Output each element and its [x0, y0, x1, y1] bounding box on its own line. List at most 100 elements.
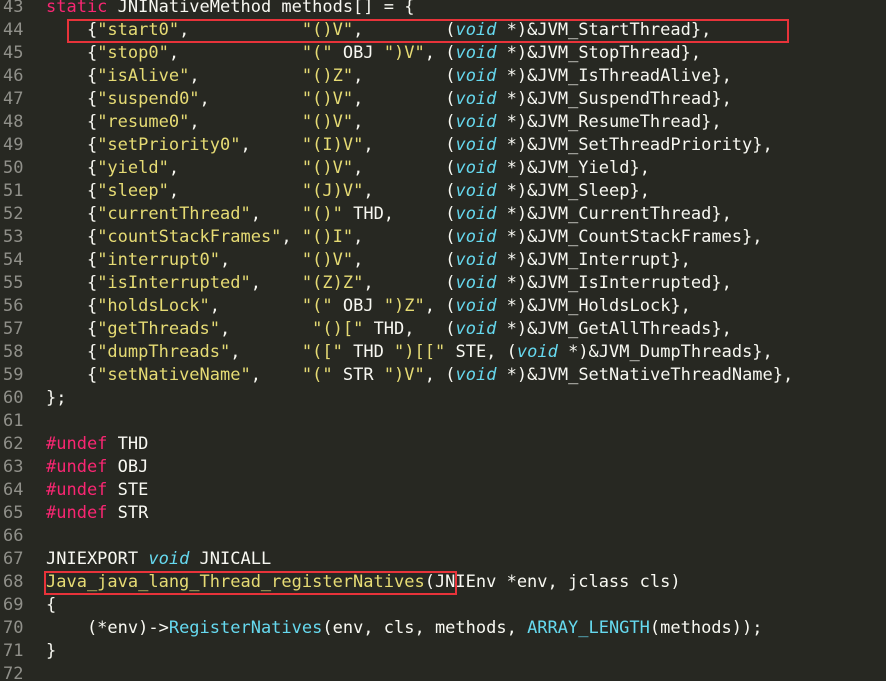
code-token: { [46, 365, 98, 385]
line-number: 58 [3, 342, 24, 362]
code-token: #undef [46, 480, 108, 500]
code-token: , [199, 89, 302, 109]
code-token: { [46, 227, 98, 247]
code-token: "(Z)Z" [301, 273, 364, 293]
line-code: #undef STR [46, 502, 148, 525]
code-token: void [455, 66, 497, 86]
line-code: } [46, 640, 56, 663]
code-token: #undef [46, 434, 108, 454]
code-token: *)&JVM_HoldsLock}, [496, 296, 691, 316]
code-token: "yield" [97, 158, 169, 178]
code-token: JNIEXPORT [46, 549, 149, 569]
line-number: 69 [3, 595, 24, 615]
code-token: *)&JVM_CurrentThread}, [496, 204, 732, 224]
code-token: { [46, 342, 98, 362]
code-token: void [455, 112, 497, 132]
line-code: {"currentThread", "()" THD, (void *)&JVM… [46, 203, 732, 226]
code-token: void [455, 250, 497, 270]
code-editor[interactable]: 43 static JNINativeMethod methods[] = {44… [0, 0, 886, 681]
code-token: { [46, 89, 98, 109]
code-token: , [281, 227, 302, 247]
code-token: , ( [424, 296, 456, 316]
code-token: JNINativeMethod methods[] = { [107, 0, 415, 17]
code-token: "()[" [312, 319, 364, 339]
line-code: {"isInterrupted", "(Z)Z", (void *)&JVM_I… [46, 272, 732, 295]
code-token: , ( [353, 112, 456, 132]
code-token: , [168, 158, 302, 178]
code-token: "interrupt0" [97, 250, 221, 270]
code-token: "(I)V" [301, 135, 364, 155]
code-token: *)&JVM_SetThreadPriority}, [496, 135, 773, 155]
code-token: "start0" [97, 20, 180, 40]
line-code: Java_java_lang_Thread_registerNatives(JN… [46, 571, 681, 594]
line-number: 68 [3, 572, 24, 592]
code-token: *)&JVM_Yield}, [496, 158, 650, 178]
line-number: 57 [3, 319, 24, 339]
code-token: "isAlive" [97, 66, 190, 86]
line-number: 45 [3, 43, 24, 63]
line-number: 55 [3, 273, 24, 293]
line-number: 66 [3, 526, 24, 546]
code-token: "isInterrupted" [97, 273, 251, 293]
code-token: , ( [353, 158, 456, 178]
code-token: "sleep" [97, 181, 169, 201]
code-token: { [46, 250, 98, 270]
line-number: 47 [3, 89, 24, 109]
line-code: JNIEXPORT void JNICALL [46, 548, 271, 571]
code-token: , [189, 112, 302, 132]
code-token: (JNIEnv *env, jclass cls) [424, 572, 681, 592]
code-token: "()" [301, 204, 343, 224]
code-token: "resume0" [97, 112, 190, 132]
code-token: , ( [363, 181, 456, 201]
code-token: { [46, 319, 98, 339]
line-number: 52 [3, 204, 24, 224]
code-token: (methods)); [649, 618, 763, 638]
code-token: { [46, 296, 98, 316]
code-token: void [455, 204, 497, 224]
code-token: "([" [301, 342, 343, 362]
code-token: OBJ [107, 457, 149, 477]
line-number: 62 [3, 434, 24, 454]
code-token: void [455, 319, 497, 339]
code-token: { [46, 20, 98, 40]
code-token: void [455, 89, 497, 109]
code-token: , [189, 66, 302, 86]
code-token: *)&JVM_Interrupt}, [496, 250, 691, 270]
code-token: , ( [424, 365, 456, 385]
code-token: RegisterNatives [168, 618, 323, 638]
code-token: "()V" [301, 250, 354, 270]
code-token: , [179, 20, 302, 40]
code-token: , [220, 319, 313, 339]
line-number: 64 [3, 480, 24, 500]
code-token: *)&JVM_ResumeThread}, [496, 112, 722, 132]
code-token: "()V" [301, 112, 354, 132]
line-code: }; [46, 387, 66, 410]
line-number: 44 [3, 20, 24, 40]
code-token: *)&JVM_Sleep}, [496, 181, 650, 201]
code-token: JNICALL [189, 549, 272, 569]
code-token: { [46, 595, 57, 615]
code-token: void [455, 43, 497, 63]
code-token: , ( [353, 227, 456, 247]
code-token: , [168, 181, 302, 201]
code-token: "()V" [301, 158, 354, 178]
line-number: 46 [3, 66, 24, 86]
line-number: 67 [3, 549, 24, 569]
code-token: , [209, 296, 302, 316]
line-code: {"interrupt0", "()V", (void *)&JVM_Inter… [46, 249, 691, 272]
code-token: THD [107, 434, 149, 454]
code-token: *)&JVM_StopThread}, [496, 43, 702, 63]
code-token: , ( [424, 43, 456, 63]
code-token: "setPriority0" [97, 135, 241, 155]
code-token: void [455, 365, 497, 385]
code-token: }; [46, 388, 67, 408]
code-token: Java_java_lang_Thread_registerNatives [46, 572, 425, 592]
code-token: "()Z" [301, 66, 354, 86]
code-token: void [455, 181, 497, 201]
code-token: ")[[" [394, 342, 446, 362]
line-code: #undef THD [46, 433, 148, 456]
code-token: THD, ( [363, 319, 456, 339]
line-code: (*env)->RegisterNatives(env, cls, method… [46, 617, 763, 640]
code-token: STR [332, 365, 384, 385]
code-token: , [240, 135, 302, 155]
